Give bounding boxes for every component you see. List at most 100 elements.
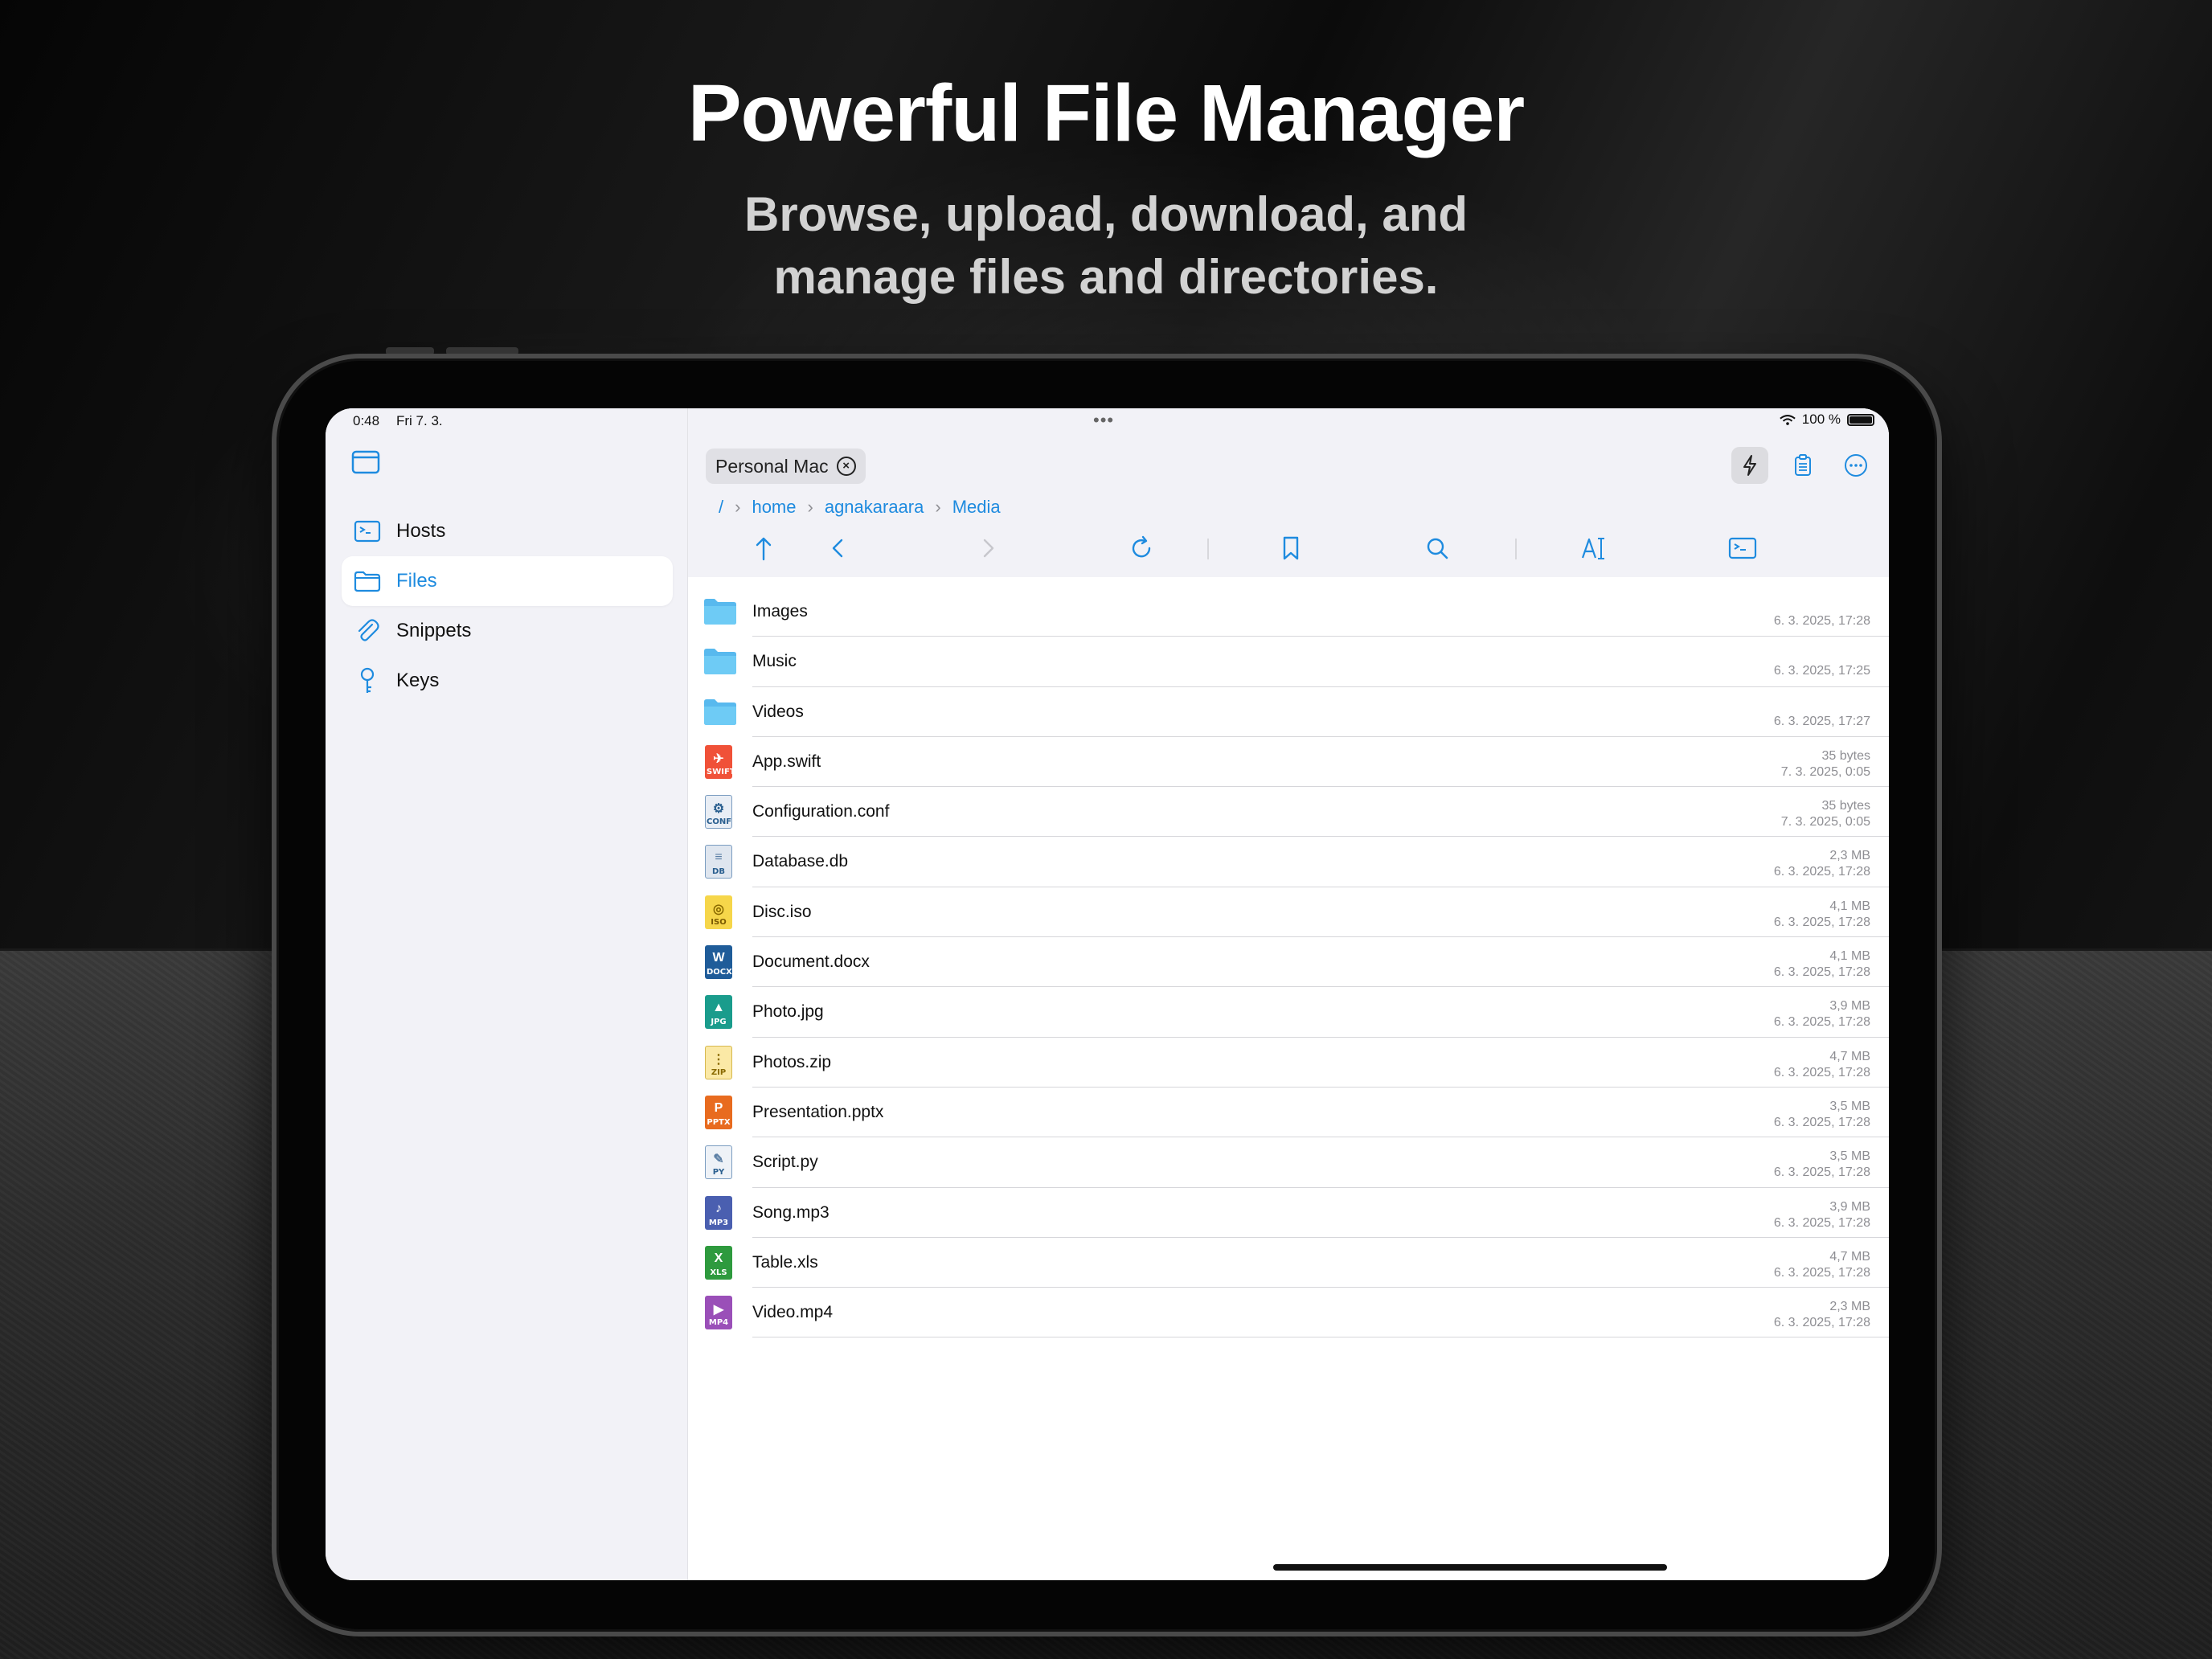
home-indicator[interactable] [1273,1564,1667,1571]
file-list: Images 6. 3. 2025, 17:28 Music 6. 3. 2025, … [688,587,1889,1338]
file-size: 3,5 MB [1829,1099,1870,1113]
search-icon[interactable] [1421,532,1453,564]
file-size: 3,5 MB [1829,1149,1870,1164]
breadcrumb: / › home › agnakaraara › Media [719,497,1001,518]
sidebar-item-label: Hosts [396,520,446,542]
folder-icon [703,695,736,729]
header-actions [1731,447,1874,484]
file-date: 6. 3. 2025, 17:28 [1773,865,1870,879]
breadcrumb-home[interactable]: home [752,497,796,518]
file-date: 6. 3. 2025, 17:27 [1773,714,1870,728]
breadcrumb-user[interactable]: agnakaraara [825,497,924,518]
file-type-tag: PY [712,1168,725,1178]
file-type-tag: JPG [711,1018,727,1027]
pptx-file-icon: P PPTX [703,1095,735,1129]
file-date: 6. 3. 2025, 17:28 [1773,915,1870,929]
file-row[interactable]: ◎ ISO Disc.iso 4,1 MB 6. 3. 2025, 17:28 [688,887,1889,938]
file-row[interactable]: ✈ SWIFT App.swift 35 bytes 7. 3. 2025, 0:05 [688,737,1889,788]
browser-header: Personal Mac × / › home › agnakaraara › … [688,408,1889,577]
file-name: Music [752,652,797,671]
more-icon[interactable] [1837,447,1874,484]
file-size: 35 bytes [1821,799,1870,813]
close-icon[interactable]: × [836,457,856,476]
sidebar-item-keys[interactable]: Keys [342,656,673,706]
file-row[interactable]: Music 6. 3. 2025, 17:25 [688,637,1889,687]
bookmark-icon[interactable] [1275,532,1307,564]
file-row[interactable]: Images 6. 3. 2025, 17:28 [688,587,1889,637]
py-file-icon: ✎ PY [703,1145,735,1180]
sidebar-item-files[interactable]: Files [342,556,673,606]
status-time: 0:48 [353,413,380,428]
file-name: Videos [752,702,804,721]
file-row[interactable]: X XLS Table.xls 4,7 MB 6. 3. 2025, 17:28 [688,1238,1889,1288]
swift-file-icon: ✈ SWIFT [703,744,735,779]
file-meta: 4,7 MB 6. 3. 2025, 17:28 [1774,1249,1870,1281]
file-meta: 6. 3. 2025, 17:28 [1774,613,1870,629]
parent-directory-icon[interactable] [748,532,780,564]
status-date: Fri 7. 3. [396,413,443,428]
file-meta: 4,1 MB 6. 3. 2025, 17:28 [1774,948,1870,981]
file-row[interactable]: ≡ DB Database.db 2,3 MB 6. 3. 2025, 17:28 [688,837,1889,887]
host-tab[interactable]: Personal Mac × [706,449,866,484]
file-row[interactable]: Videos 6. 3. 2025, 17:27 [688,687,1889,737]
file-meta: 3,9 MB 6. 3. 2025, 17:28 [1774,1199,1870,1231]
breadcrumb-current[interactable]: Media [952,497,1001,518]
file-row[interactable]: ▲ JPG Photo.jpg 3,9 MB 6. 3. 2025, 17:28 [688,987,1889,1038]
folder-icon [703,645,736,678]
hero-subtitle-line1: Browse, upload, download, and [743,187,1469,241]
ipad-screen: Hosts Files Snippets Keys Personal Mac × [326,408,1889,1580]
toolbar [688,527,1889,569]
file-name: Presentation.pptx [752,1102,884,1121]
file-size: 3,9 MB [1829,1199,1870,1214]
xls-file-icon: X XLS [703,1245,735,1280]
mp3-file-icon: ♪ MP3 [703,1195,735,1230]
file-size: 4,1 MB [1829,899,1870,913]
file-browser: Personal Mac × / › home › agnakaraara › … [688,408,1889,1580]
breadcrumb-root[interactable]: / [719,497,723,518]
file-size: 3,9 MB [1829,999,1870,1014]
file-row[interactable]: ✎ PY Script.py 3,5 MB 6. 3. 2025, 17:28 [688,1137,1889,1188]
sidebar-item-hosts[interactable]: Hosts [342,506,673,556]
file-name: Photos.zip [752,1052,832,1071]
conf-file-icon: ⚙ CONF [703,795,735,830]
file-meta: 35 bytes 7. 3. 2025, 0:05 [1781,748,1870,780]
file-name: Disc.iso [752,902,812,921]
file-date: 6. 3. 2025, 17:25 [1773,664,1870,678]
file-meta: 3,9 MB 6. 3. 2025, 17:28 [1774,998,1870,1030]
file-row[interactable]: P PPTX Presentation.pptx 3,5 MB 6. 3. 2025, … [688,1088,1889,1138]
zip-file-icon: ⋮ ZIP [703,1045,735,1079]
file-row[interactable]: W DOCX Document.docx 4,1 MB 6. 3. 2025, 17:2… [688,937,1889,988]
sidebar-item-label: Keys [396,670,440,691]
file-row[interactable]: ⚙ CONF Configuration.conf 35 bytes 7. 3. 202… [688,787,1889,838]
clipboard-icon[interactable] [1784,447,1821,484]
text-size-icon[interactable] [1578,532,1610,564]
file-type-tag: MP4 [708,1318,729,1328]
file-meta: 6. 3. 2025, 17:25 [1774,663,1870,679]
forward-icon[interactable] [972,532,1004,564]
file-name: Video.mp4 [752,1303,834,1322]
jpg-file-icon: ▲ JPG [703,995,735,1030]
file-name: Document.docx [752,952,870,972]
key-icon [360,667,375,693]
file-date: 6. 3. 2025, 17:28 [1773,1165,1870,1180]
file-row[interactable]: ▶ MP4 Video.mp4 2,3 MB 6. 3. 2025, 17:28 [688,1288,1889,1338]
back-icon[interactable] [822,532,854,564]
file-size: 2,3 MB [1829,1300,1870,1314]
file-date: 6. 3. 2025, 17:28 [1773,1265,1870,1280]
file-date: 7. 3. 2025, 0:05 [1780,764,1870,779]
file-name: Script.py [752,1153,818,1172]
sidebar-item-snippets[interactable]: Snippets [342,606,673,656]
file-name: Song.mp3 [752,1202,830,1222]
file-meta: 4,7 MB 6. 3. 2025, 17:28 [1774,1049,1870,1081]
battery-percent: 100 % [1801,412,1841,427]
toolbar-divider [1515,539,1517,559]
file-row[interactable]: ⋮ ZIP Photos.zip 4,7 MB 6. 3. 2025, 17:28 [688,1038,1889,1088]
battery-icon [1847,413,1874,426]
bolt-icon[interactable] [1731,447,1768,484]
multitasking-dots-icon[interactable]: ••• [1093,410,1114,431]
refresh-icon[interactable] [1125,532,1157,564]
terminal-icon[interactable] [1727,532,1759,564]
file-row[interactable]: ♪ MP3 Song.mp3 3,9 MB 6. 3. 2025, 17:28 [688,1188,1889,1238]
sidebar-toggle-icon[interactable] [351,450,380,474]
file-meta: 3,5 MB 6. 3. 2025, 17:28 [1774,1099,1870,1131]
